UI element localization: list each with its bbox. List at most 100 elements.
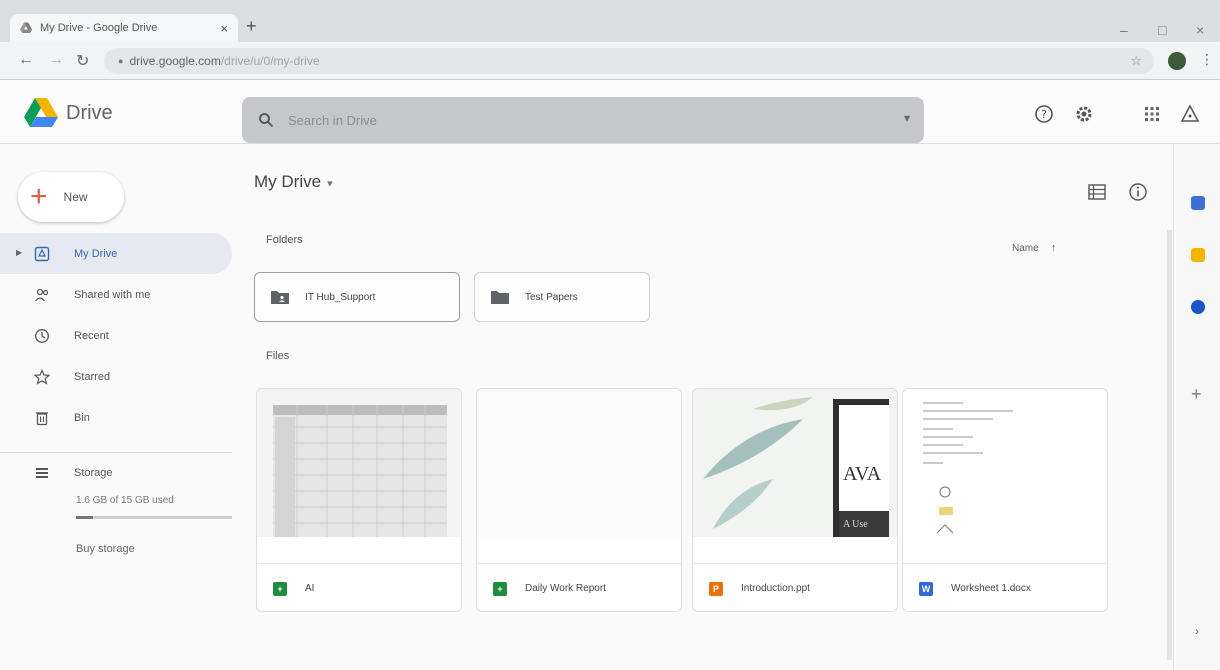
new-button-label: New: [63, 190, 88, 204]
sidebar-item-shared-with-me[interactable]: Shared with me: [0, 274, 232, 315]
search-input[interactable]: Search in Drive: [288, 113, 377, 128]
folder-it-hub-support[interactable]: IT Hub_Support: [254, 272, 460, 322]
folder-icon: [491, 291, 509, 304]
sidebar-item-my-drive[interactable]: ▶ My Drive: [0, 233, 232, 274]
document-thumbnail: [903, 389, 1107, 537]
sidebar-item-starred[interactable]: Starred: [0, 356, 232, 397]
browser-toolbar: ← → ↻ ● drive.google.com /drive/u/0/my-d…: [0, 42, 1220, 80]
sidebar-item-label: Shared with me: [74, 288, 151, 301]
lock-icon: ●: [118, 56, 124, 66]
storage-usage-bar: [76, 516, 232, 519]
drive-logo-icon: [24, 98, 58, 127]
document-preview-image: [923, 402, 1013, 534]
file-name: Introduction.ppt: [741, 583, 810, 594]
address-bar[interactable]: ● drive.google.com /drive/u/0/my-drive ☆: [104, 48, 1154, 74]
new-tab-button[interactable]: +: [246, 16, 257, 37]
sheets-icon: +: [493, 581, 507, 596]
word-doc-icon: W: [919, 581, 933, 596]
expand-arrow-icon[interactable]: ▶: [16, 248, 22, 257]
drive-header: Drive Search in Drive ▾ ?: [0, 80, 1220, 144]
file-meta: W Worksheet 1.docx: [903, 563, 1107, 611]
files-heading: Files: [266, 350, 290, 362]
browser-tab-strip: My Drive - Google Drive × + – □ ×: [0, 0, 1220, 42]
slide-thumb-subtitle: A Use: [843, 519, 868, 530]
new-plus-icon: +: [30, 180, 48, 213]
file-name: AI: [305, 583, 315, 594]
apps-grid-icon[interactable]: [1142, 104, 1162, 124]
file-card-introduction-ppt[interactable]: AVA A Use P Introduction.ppt: [692, 388, 898, 612]
info-icon[interactable]: [1128, 182, 1148, 202]
file-meta: P Introduction.ppt: [693, 563, 897, 611]
blank-thumbnail: [477, 389, 681, 537]
drive-app: Drive Search in Drive ▾ ? + New ▶ My Dri…: [0, 80, 1220, 670]
calendar-icon[interactable]: [1191, 196, 1205, 210]
file-name: Daily Work Report: [525, 583, 606, 594]
spreadsheet-thumbnail: [257, 389, 461, 537]
tasks-icon[interactable]: [1191, 300, 1205, 314]
main-scrollbar[interactable]: [1167, 230, 1172, 660]
folders-heading: Folders: [266, 234, 303, 246]
bookmark-star-icon[interactable]: ☆: [1130, 53, 1142, 69]
file-meta: + AI: [257, 563, 461, 611]
chrome-menu-icon[interactable]: ⋮: [1200, 51, 1214, 68]
window-minimize-button[interactable]: –: [1120, 22, 1128, 38]
buy-storage-link[interactable]: Buy storage: [76, 543, 234, 555]
account-avatar-icon[interactable]: [1180, 104, 1200, 124]
new-button[interactable]: + New: [18, 172, 124, 222]
list-view-icon[interactable]: [1088, 184, 1106, 200]
folder-name: Test Papers: [525, 291, 578, 303]
sidebar-item-label: Starred: [74, 370, 111, 383]
back-arrow-icon[interactable]: ←: [18, 51, 34, 69]
address-domain: drive.google.com: [129, 54, 221, 68]
people-icon: [34, 288, 49, 301]
svg-text:?: ?: [1041, 108, 1047, 121]
storage-section: Storage 1.6 GB of 15 GB used Buy storage: [34, 465, 234, 555]
settings-gear-icon[interactable]: [1074, 104, 1094, 124]
sidebar-item-bin[interactable]: Bin: [0, 397, 232, 438]
sidebar-nav: ▶ My Drive Shared with me Recent Starred…: [0, 233, 232, 438]
tab-title: My Drive - Google Drive: [40, 22, 158, 34]
sheets-icon: +: [273, 581, 287, 596]
slides-icon: P: [709, 581, 723, 596]
clock-icon: [35, 328, 49, 343]
sidebar-item-label: Bin: [74, 411, 90, 424]
forward-arrow-icon[interactable]: →: [48, 51, 64, 69]
file-card-daily-work-report[interactable]: + Daily Work Report: [476, 388, 682, 612]
window-close-button[interactable]: ×: [1196, 22, 1204, 38]
sidebar-item-label: Recent: [74, 329, 109, 342]
file-meta: + Daily Work Report: [477, 563, 681, 611]
add-addons-icon[interactable]: +: [1191, 384, 1202, 405]
storage-item[interactable]: Storage: [34, 465, 234, 481]
search-bar[interactable]: Search in Drive ▾: [242, 97, 924, 143]
breadcrumb-my-drive[interactable]: My Drive ▾: [254, 172, 333, 192]
side-panel-rail: + ›: [1176, 144, 1220, 670]
keep-notes-icon[interactable]: [1191, 248, 1205, 262]
file-card-ai[interactable]: + AI: [256, 388, 462, 612]
browser-tab[interactable]: My Drive - Google Drive ×: [10, 14, 238, 42]
slide-thumb-title: AVA: [843, 463, 882, 485]
trash-icon: [36, 411, 48, 425]
folder-test-papers[interactable]: Test Papers: [474, 272, 650, 322]
folder-name: IT Hub_Support: [305, 291, 376, 303]
sort-by-name-button[interactable]: Name ↑: [1012, 242, 1056, 254]
my-drive-icon: [34, 246, 50, 261]
sidebar-divider: [0, 452, 232, 453]
star-icon: [34, 368, 50, 385]
sort-ascending-icon: ↑: [1050, 242, 1057, 254]
storage-label: Storage: [74, 467, 113, 479]
help-icon[interactable]: ?: [1034, 104, 1054, 124]
storage-used-text: 1.6 GB of 15 GB used: [76, 495, 174, 506]
file-card-worksheet-docx[interactable]: W Worksheet 1.docx: [902, 388, 1108, 612]
main-content: My Drive ▾ Folders Name ↑ IT Hub_Support: [236, 144, 1174, 670]
search-options-dropdown-icon[interactable]: ▾: [904, 111, 910, 125]
tab-close-icon[interactable]: ×: [220, 21, 228, 36]
reload-icon[interactable]: ↻: [76, 51, 89, 71]
storage-usage-fill: [76, 516, 93, 519]
sort-label: Name: [1012, 243, 1039, 254]
profile-avatar[interactable]: [1168, 52, 1186, 70]
sidebar-item-recent[interactable]: Recent: [0, 315, 232, 356]
search-icon: [259, 113, 274, 128]
storage-lines-icon: [36, 468, 48, 478]
window-maximize-button[interactable]: □: [1158, 22, 1166, 38]
expand-panel-chevron-icon[interactable]: ›: [1195, 624, 1199, 638]
